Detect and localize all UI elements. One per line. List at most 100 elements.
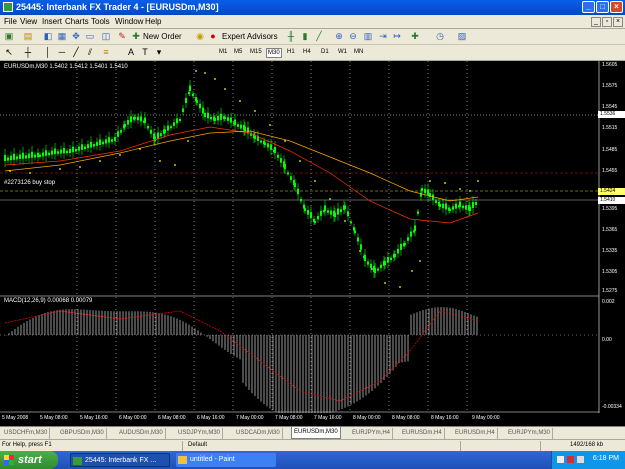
auto-scroll-icon[interactable]: ↦ (391, 31, 403, 42)
new-order-icon[interactable]: ✚ (130, 31, 142, 42)
tab-usdchf-m30[interactable]: USDCHFm,M30 (2, 428, 51, 439)
candle-body (202, 107, 204, 114)
psar-dot (195, 70, 197, 72)
upper-level-badge: 1.5536 (598, 111, 625, 118)
arrows-icon[interactable]: ▾ (153, 47, 165, 58)
tile-windows-icon[interactable]: ▥ (362, 31, 374, 42)
expert-advisors-button[interactable]: Expert Advisors (222, 32, 278, 41)
cursor-icon[interactable]: ↖ (3, 47, 15, 58)
security-icon[interactable] (567, 456, 574, 463)
menu-window[interactable]: Window (115, 17, 143, 26)
candle-body (297, 188, 299, 195)
start-button[interactable]: start (0, 451, 58, 469)
network-icon[interactable] (557, 456, 564, 463)
indicators-icon[interactable]: ✚ (409, 31, 421, 42)
candle-body (45, 150, 47, 156)
task-metatrader[interactable]: 25445: Interbank FX ... (70, 453, 170, 467)
templates-icon[interactable]: ▨ (456, 31, 468, 42)
minimize-button[interactable]: _ (582, 1, 595, 13)
menu-view[interactable]: View (20, 17, 37, 26)
tab-eurjpy-h4[interactable]: EURJPYm,H4 (350, 428, 394, 439)
psar-dot (399, 286, 401, 288)
mdi-restore-icon[interactable]: ▫ (602, 17, 612, 27)
expert-advisors-icon[interactable]: ◉ (194, 31, 206, 42)
price-tick: 1.5605 (602, 62, 618, 68)
new-order-button[interactable]: New Order (143, 32, 182, 41)
candle-body (196, 100, 198, 103)
text-label-icon[interactable]: T (139, 47, 151, 58)
tab-eurusd-h4-2[interactable]: EURUSDm,H4 (453, 428, 498, 439)
candle-body (57, 151, 59, 154)
menu-charts[interactable]: Charts (65, 17, 89, 26)
candlestick-chart-icon[interactable]: ▮ (299, 31, 311, 42)
macd-signal-line (4, 310, 479, 402)
tab-usdjpy-m30[interactable]: USDJPYm,M30 (176, 428, 224, 439)
metaeditor-icon[interactable]: ✎ (116, 31, 128, 42)
timeframe-m15[interactable]: M15 (249, 48, 263, 56)
tab-eurusd-m30[interactable]: EURUSDm,M30 (291, 427, 341, 439)
timeframe-h1[interactable]: H1 (286, 48, 296, 56)
candle-body (459, 201, 461, 207)
profiles-icon[interactable]: ▤ (22, 31, 34, 42)
line-chart-icon[interactable]: ╱ (313, 31, 325, 42)
periods-icon[interactable]: ◷ (434, 31, 446, 42)
time-axis: 5 May 2008 5 May 08:00 5 May 16:00 6 May… (0, 413, 600, 425)
trendline-icon[interactable]: ╱ (70, 47, 82, 58)
timeframe-d1[interactable]: D1 (320, 48, 330, 56)
candle-body (377, 268, 379, 271)
menu-tools[interactable]: Tools (91, 17, 110, 26)
timeframe-m1[interactable]: M1 (218, 48, 228, 56)
data-window-icon[interactable]: ▦ (56, 31, 68, 42)
text-icon[interactable]: A (125, 47, 137, 58)
expert-stop-icon[interactable]: ● (207, 31, 219, 42)
timeframe-m30[interactable]: M30 (266, 48, 282, 58)
fibonacci-icon[interactable]: ≡ (100, 47, 112, 58)
close-button[interactable]: × (610, 1, 623, 13)
tab-eurjpy-m30[interactable]: EURJPYm,M30 (506, 428, 554, 439)
timeframe-h4[interactable]: H4 (302, 48, 312, 56)
new-chart-icon[interactable]: ▣ (3, 31, 15, 42)
tab-audusd-m30[interactable]: AUDUSDm,M30 (117, 428, 166, 439)
price-tick: 1.5335 (602, 248, 618, 254)
navigator-icon[interactable]: ✥ (70, 31, 82, 42)
candle-body (370, 263, 372, 269)
psar-dot (299, 160, 301, 162)
candle-body (157, 132, 159, 139)
market-watch-icon[interactable]: ◧ (42, 31, 54, 42)
candle-body (230, 117, 232, 123)
terminal-icon[interactable]: ▭ (84, 31, 96, 42)
chart-shift-icon[interactable]: ⇥ (377, 31, 389, 42)
tab-gbpusd-m30[interactable]: GBPUSDm,M30 (58, 428, 107, 439)
candle-body (185, 98, 187, 103)
chart-canvas[interactable] (0, 61, 625, 413)
strategy-tester-icon[interactable]: ◫ (100, 31, 112, 42)
time-tick: 7 May 16:00 (314, 415, 342, 421)
zoom-in-icon[interactable]: ⊕ (333, 31, 345, 42)
candle-body (164, 129, 166, 133)
chart-window[interactable]: EURUSDm,M30 1.5402 1.5412 1.5401 1.5410 … (0, 61, 625, 426)
time-tick: 5 May 16:00 (80, 415, 108, 421)
psar-dot (79, 166, 81, 168)
psar-dot (384, 282, 386, 284)
crosshair-icon[interactable]: ┼ (22, 47, 34, 58)
volume-icon[interactable] (577, 456, 584, 463)
equidistant-channel-icon[interactable]: ⫽ (84, 47, 96, 58)
menu-insert[interactable]: Insert (42, 17, 62, 26)
slow-ma-line (4, 130, 479, 202)
zoom-out-icon[interactable]: ⊖ (347, 31, 359, 42)
tab-usdcad-m30[interactable]: USDCADm,M30 (234, 428, 283, 439)
menu-file[interactable]: File (4, 17, 17, 26)
candle-body (397, 248, 399, 254)
tab-eurusd-h4[interactable]: EURUSDm,H4 (400, 428, 445, 439)
maximize-button[interactable]: □ (596, 1, 609, 13)
menu-help[interactable]: Help (145, 17, 161, 26)
task-paint[interactable]: untitled - Paint (176, 453, 276, 467)
timeframe-mn[interactable]: MN (353, 48, 364, 56)
horizontal-line-icon[interactable]: ─ (56, 47, 68, 58)
timeframe-w1[interactable]: W1 (337, 48, 348, 56)
timeframe-m5[interactable]: M5 (233, 48, 243, 56)
vertical-line-icon[interactable]: │ (42, 47, 54, 58)
mdi-close-icon[interactable]: × (613, 17, 623, 27)
bar-chart-icon[interactable]: ╫ (285, 31, 297, 42)
mdi-minimize-icon[interactable]: _ (591, 17, 601, 27)
